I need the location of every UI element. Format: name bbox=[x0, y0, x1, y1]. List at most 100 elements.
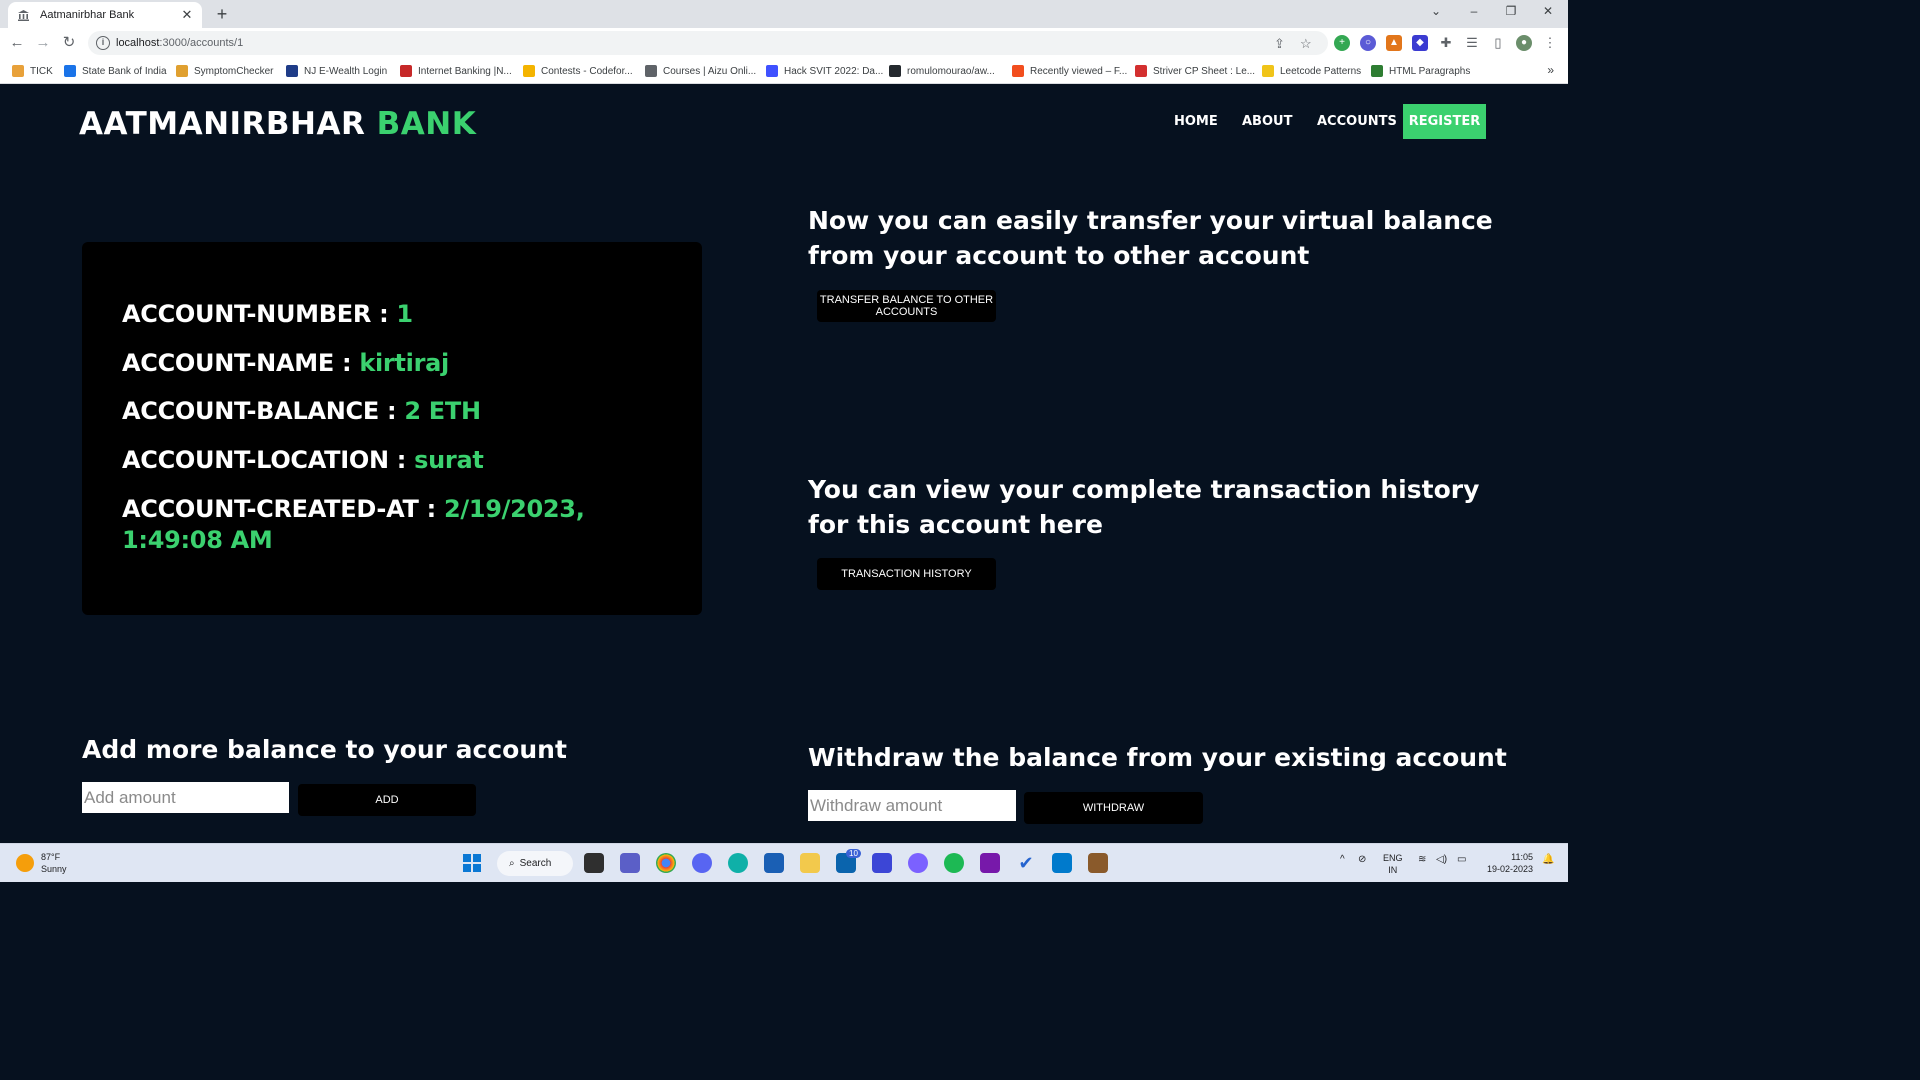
withdraw-amount-input[interactable] bbox=[808, 790, 1016, 821]
transaction-history-button[interactable]: TRANSACTION HISTORY bbox=[817, 558, 996, 590]
extension-hex-icon[interactable]: ◆ bbox=[1412, 35, 1428, 51]
onenote-icon[interactable] bbox=[980, 853, 1000, 873]
bookmark-label: HTML Paragraphs bbox=[1389, 65, 1471, 77]
site-logo[interactable]: AATMANIRBHAR BANK bbox=[79, 106, 476, 142]
vscode-icon[interactable] bbox=[1052, 853, 1072, 873]
bookmark-item[interactable]: HTML Paragraphs bbox=[1371, 63, 1470, 79]
bookmark-item[interactable]: NJ E-Wealth Login bbox=[286, 63, 387, 79]
bookmark-label: Striver CP Sheet : Le... bbox=[1153, 65, 1256, 77]
account-location-value: surat bbox=[414, 446, 484, 474]
bookmark-label: Internet Banking |N... bbox=[418, 65, 512, 77]
forward-arrow-icon[interactable]: → bbox=[34, 34, 52, 52]
weather-widget[interactable]: 87°F Sunny bbox=[41, 851, 67, 875]
more-bookmarks-icon[interactable]: » bbox=[1547, 63, 1554, 77]
bookmark-item[interactable]: Striver CP Sheet : Le... bbox=[1135, 63, 1255, 79]
language-indicator[interactable]: ENG IN bbox=[1383, 852, 1403, 876]
site-info-icon[interactable]: i bbox=[96, 36, 110, 50]
taskbar-search[interactable]: ⌕ Search bbox=[497, 851, 573, 876]
teams-icon[interactable] bbox=[620, 853, 640, 873]
bookmark-item[interactable]: SymptomChecker bbox=[176, 63, 273, 79]
account-name-label: ACCOUNT-NAME : bbox=[122, 349, 360, 377]
account-details-card: ACCOUNT-NUMBER : 1 ACCOUNT-NAME : kirtir… bbox=[82, 242, 702, 615]
profile-avatar[interactable]: ● bbox=[1516, 35, 1532, 51]
account-created-label: ACCOUNT-CREATED-AT : bbox=[122, 495, 444, 523]
spotify-icon[interactable] bbox=[944, 853, 964, 873]
chrome-icon[interactable] bbox=[656, 853, 676, 873]
new-tab-button[interactable]: + bbox=[212, 4, 232, 24]
bookmark-item[interactable]: Internet Banking |N... bbox=[400, 63, 512, 79]
extensions-puzzle-icon[interactable]: ✚ bbox=[1438, 35, 1454, 51]
app-box-icon[interactable] bbox=[1088, 853, 1108, 873]
network-off-icon[interactable]: ⊘ bbox=[1358, 854, 1366, 865]
bookmark-star-icon[interactable]: ☆ bbox=[1300, 36, 1312, 52]
reload-icon[interactable]: ↻ bbox=[60, 34, 78, 52]
side-panel-icon[interactable]: ▯ bbox=[1490, 35, 1506, 51]
tab-title: Aatmanirbhar Bank bbox=[40, 9, 135, 21]
nav-register-button[interactable]: REGISTER bbox=[1403, 104, 1486, 139]
search-label: Search bbox=[519, 858, 552, 869]
close-window-button[interactable]: ✕ bbox=[1538, 4, 1558, 18]
bookmark-item[interactable]: TICK bbox=[12, 63, 53, 79]
minimize-button[interactable]: – bbox=[1464, 4, 1484, 18]
bookmark-item[interactable]: Leetcode Patterns bbox=[1262, 63, 1361, 79]
bookmark-label: Leetcode Patterns bbox=[1280, 65, 1362, 77]
account-location-row: ACCOUNT-LOCATION : surat bbox=[122, 446, 484, 474]
close-tab-icon[interactable]: ✕ bbox=[180, 7, 194, 23]
bookmark-favicon-icon bbox=[400, 65, 412, 77]
bookmark-item[interactable]: romulomourao/aw... bbox=[889, 63, 995, 79]
battery-icon[interactable]: ▭ bbox=[1457, 854, 1466, 865]
account-location-label: ACCOUNT-LOCATION : bbox=[122, 446, 415, 474]
wifi-icon[interactable]: ≋ bbox=[1418, 854, 1426, 865]
account-name-value: kirtiraj bbox=[359, 349, 449, 377]
bookmark-label: Courses | Aizu Onli... bbox=[663, 65, 757, 77]
task-view-icon[interactable] bbox=[584, 853, 604, 873]
bookmark-favicon-icon bbox=[645, 65, 657, 77]
share-icon[interactable]: ⇪ bbox=[1274, 36, 1285, 52]
back-arrow-icon[interactable]: ← bbox=[8, 34, 26, 52]
file-explorer-icon[interactable] bbox=[800, 853, 820, 873]
withdraw-heading: Withdraw the balance from your existing … bbox=[808, 743, 1507, 772]
extension-circle-icon[interactable]: ○ bbox=[1360, 35, 1376, 51]
add-button[interactable]: ADD bbox=[298, 784, 476, 816]
bookmark-item[interactable]: Recently viewed – F... bbox=[1012, 63, 1127, 79]
transfer-balance-button[interactable]: TRANSFER BALANCE TO OTHER ACCOUNTS bbox=[817, 290, 996, 322]
reading-list-icon[interactable]: ☰ bbox=[1464, 35, 1480, 51]
nav-about-link[interactable]: ABOUT bbox=[1242, 114, 1292, 129]
bookmark-item[interactable]: Courses | Aizu Onli... bbox=[645, 63, 756, 79]
nav-home-link[interactable]: HOME bbox=[1174, 114, 1218, 129]
brand-accent-text: BANK bbox=[376, 106, 477, 142]
lang-code: ENG bbox=[1383, 853, 1403, 863]
address-bar[interactable]: i localhost:3000/accounts/1 ⇪ ☆ bbox=[88, 31, 1328, 55]
bookmark-item[interactable]: Contests - Codefor... bbox=[523, 63, 633, 79]
windows-start-icon[interactable] bbox=[462, 853, 482, 873]
weather-condition: Sunny bbox=[41, 864, 67, 874]
weather-sun-icon[interactable] bbox=[16, 854, 34, 872]
todo-check-icon[interactable]: ✔ bbox=[1016, 853, 1036, 873]
clock-date: 19-02-2023 bbox=[1486, 864, 1533, 874]
store-icon[interactable] bbox=[764, 853, 784, 873]
menu-kebab-icon[interactable]: ⋮ bbox=[1542, 35, 1558, 51]
system-clock[interactable]: 11:05 19-02-2023 bbox=[1483, 851, 1533, 875]
extension-green-icon[interactable]: + bbox=[1334, 35, 1350, 51]
withdraw-button[interactable]: WITHDRAW bbox=[1024, 792, 1203, 824]
brand-main-text: AATMANIRBHAR bbox=[79, 106, 366, 142]
bookmark-label: romulomourao/aw... bbox=[907, 65, 995, 77]
pen-app-icon[interactable] bbox=[872, 853, 892, 873]
browser-chrome: Aatmanirbhar Bank ✕ + ⌄ – ❐ ✕ ← → ↻ i lo… bbox=[0, 0, 1568, 84]
bookmark-item[interactable]: Hack SVIT 2022: Da... bbox=[766, 63, 883, 79]
bookmark-item[interactable]: State Bank of India bbox=[64, 63, 167, 79]
browser-tab[interactable]: Aatmanirbhar Bank ✕ bbox=[8, 2, 202, 28]
nav-accounts-link[interactable]: ACCOUNTS bbox=[1317, 114, 1397, 129]
volume-icon[interactable]: ◁) bbox=[1436, 854, 1447, 865]
copilot-icon[interactable] bbox=[908, 853, 928, 873]
edge-icon[interactable] bbox=[728, 853, 748, 873]
bookmark-favicon-icon bbox=[286, 65, 298, 77]
metamask-icon[interactable]: ▲ bbox=[1386, 35, 1402, 51]
notification-bell-icon[interactable]: 🔔 bbox=[1542, 854, 1554, 865]
restore-button[interactable]: ❐ bbox=[1501, 4, 1521, 18]
tab-search-icon[interactable]: ⌄ bbox=[1426, 4, 1446, 18]
add-amount-input[interactable] bbox=[82, 782, 289, 813]
account-created-row: ACCOUNT-CREATED-AT : 2/19/2023, 1:49:08 … bbox=[122, 494, 682, 556]
tray-chevron-icon[interactable]: ^ bbox=[1340, 854, 1345, 865]
discord-icon[interactable] bbox=[692, 853, 712, 873]
